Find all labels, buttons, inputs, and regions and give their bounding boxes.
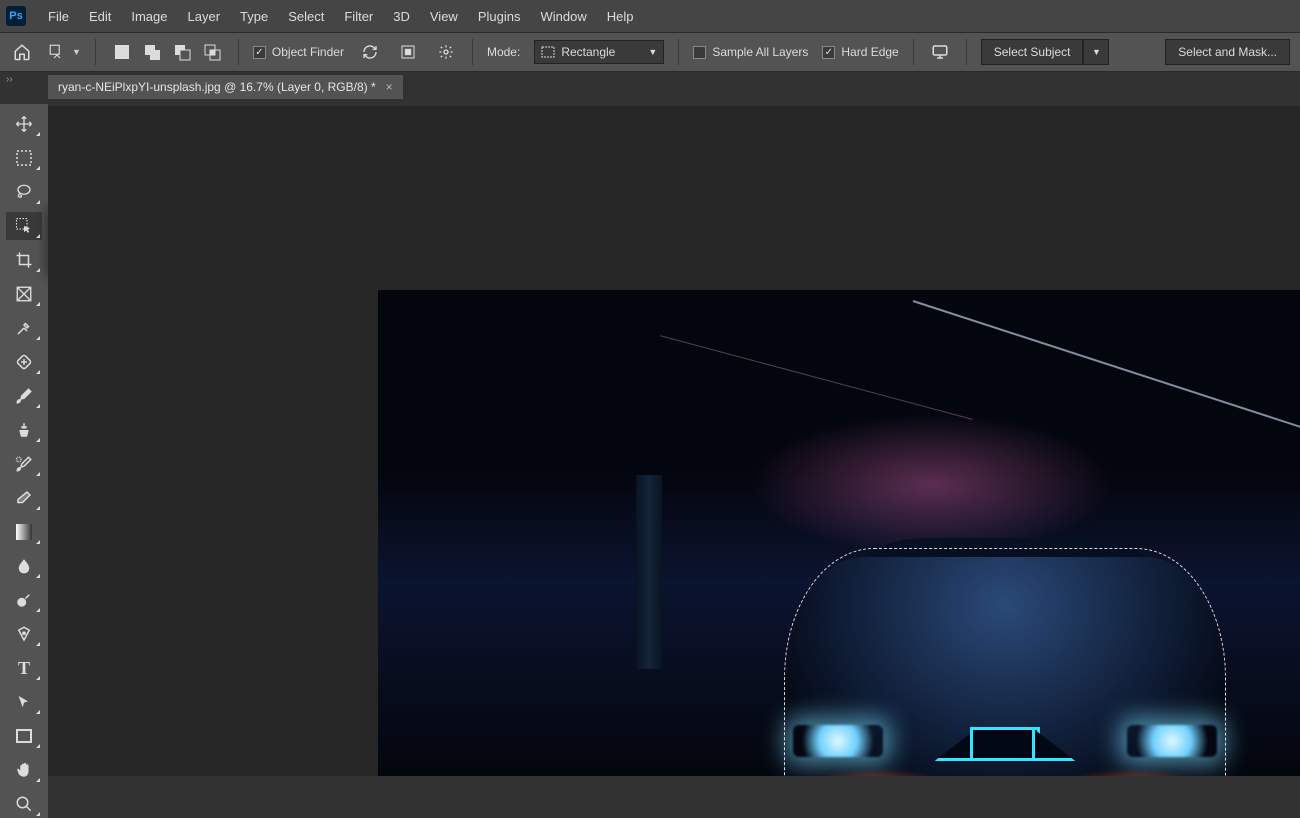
menu-help[interactable]: Help <box>597 5 644 28</box>
document-image[interactable] <box>378 290 1300 776</box>
tool-rectangle[interactable] <box>6 722 42 750</box>
select-and-mask-button[interactable]: Select and Mask... <box>1165 39 1290 65</box>
scene-glow <box>747 412 1116 558</box>
menu-layer[interactable]: Layer <box>178 5 231 28</box>
tool-eraser[interactable] <box>6 484 42 512</box>
tool-hand[interactable] <box>6 756 42 784</box>
canvas-area <box>48 106 1300 776</box>
mode-label: Mode: <box>487 45 520 59</box>
tool-healing[interactable] <box>6 348 42 376</box>
menu-3d[interactable]: 3D <box>383 5 420 28</box>
scene-pillar <box>636 475 662 669</box>
menu-bar: Ps File Edit Image Layer Type Select Fil… <box>0 0 1300 32</box>
tool-crop[interactable] <box>6 246 42 274</box>
scene-line <box>660 336 972 420</box>
home-icon[interactable] <box>10 40 34 64</box>
mode-value: Rectangle <box>561 45 615 59</box>
tool-pen[interactable] <box>6 620 42 648</box>
hard-edge-group[interactable]: Hard Edge <box>822 45 898 59</box>
menu-image[interactable]: Image <box>121 5 177 28</box>
chevron-down-icon: ▼ <box>72 47 81 57</box>
tool-frame[interactable] <box>6 280 42 308</box>
menu-window[interactable]: Window <box>530 5 596 28</box>
divider <box>95 39 96 65</box>
menu-file[interactable]: File <box>38 5 79 28</box>
tool-path-select[interactable] <box>6 688 42 716</box>
overlay-options-icon[interactable] <box>396 40 420 64</box>
chevron-down-icon: ▼ <box>648 47 657 57</box>
refresh-icon[interactable] <box>358 40 382 64</box>
selection-mode-group <box>110 40 224 64</box>
sample-all-label: Sample All Layers <box>712 45 808 59</box>
tool-dodge[interactable] <box>6 586 42 614</box>
tool-history-brush[interactable] <box>6 450 42 478</box>
tool-marquee[interactable] <box>6 144 42 172</box>
hard-edge-label: Hard Edge <box>841 45 898 59</box>
tool-brush[interactable] <box>6 382 42 410</box>
divider <box>678 39 679 65</box>
menu-select[interactable]: Select <box>278 5 334 28</box>
tool-eyedropper[interactable] <box>6 314 42 342</box>
sample-all-checkbox[interactable] <box>693 46 706 59</box>
divider <box>913 39 914 65</box>
collapse-arrow-icon[interactable]: ›› <box>6 74 13 85</box>
divider <box>472 39 473 65</box>
sample-all-layers-group[interactable]: Sample All Layers <box>693 45 808 59</box>
menu-edit[interactable]: Edit <box>79 5 121 28</box>
select-subject-label: Select Subject <box>994 45 1071 59</box>
divider <box>238 39 239 65</box>
menu-filter[interactable]: Filter <box>334 5 383 28</box>
tool-gradient[interactable] <box>6 518 42 546</box>
divider <box>966 39 967 65</box>
tool-preset-picker[interactable]: ▼ <box>48 43 81 61</box>
options-bar: ▼ Object Finder Mode: Rectangle ▼ Sample… <box>0 32 1300 72</box>
mode-select[interactable]: Rectangle ▼ <box>534 40 664 64</box>
document-tab[interactable]: ryan-c-NEiPlxpYI-unsplash.jpg @ 16.7% (L… <box>48 75 403 99</box>
hard-edge-checkbox[interactable] <box>822 46 835 59</box>
menu-view[interactable]: View <box>420 5 468 28</box>
select-subject-caret[interactable]: ▼ <box>1083 39 1109 65</box>
chevron-down-icon: ▼ <box>1092 47 1101 57</box>
document-tab-strip: ryan-c-NEiPlxpYI-unsplash.jpg @ 16.7% (L… <box>0 72 1300 102</box>
gear-icon[interactable] <box>434 40 458 64</box>
app-logo: Ps <box>6 6 26 26</box>
feedback-icon[interactable] <box>928 40 952 64</box>
select-and-mask-label: Select and Mask... <box>1178 45 1277 59</box>
tool-zoom[interactable] <box>6 790 42 818</box>
menu-type[interactable]: Type <box>230 5 278 28</box>
tool-clone[interactable] <box>6 416 42 444</box>
object-finder-label: Object Finder <box>272 45 344 59</box>
tool-move[interactable] <box>6 110 42 138</box>
object-finder-group[interactable]: Object Finder <box>253 45 344 59</box>
new-selection-icon[interactable] <box>110 40 134 64</box>
tools-panel: T <box>0 104 48 818</box>
add-selection-icon[interactable] <box>140 40 164 64</box>
document-tab-title: ryan-c-NEiPlxpYI-unsplash.jpg @ 16.7% (L… <box>58 80 376 94</box>
close-icon[interactable]: × <box>386 80 393 94</box>
scene-car <box>784 557 1227 776</box>
select-subject-button[interactable]: Select Subject ▼ <box>981 39 1110 65</box>
tool-object-select[interactable] <box>6 212 42 240</box>
menu-plugins[interactable]: Plugins <box>468 5 531 28</box>
tool-lasso[interactable] <box>6 178 42 206</box>
subtract-selection-icon[interactable] <box>170 40 194 64</box>
intersect-selection-icon[interactable] <box>200 40 224 64</box>
object-finder-checkbox[interactable] <box>253 46 266 59</box>
tool-blur[interactable] <box>6 552 42 580</box>
tool-type[interactable]: T <box>6 654 42 682</box>
